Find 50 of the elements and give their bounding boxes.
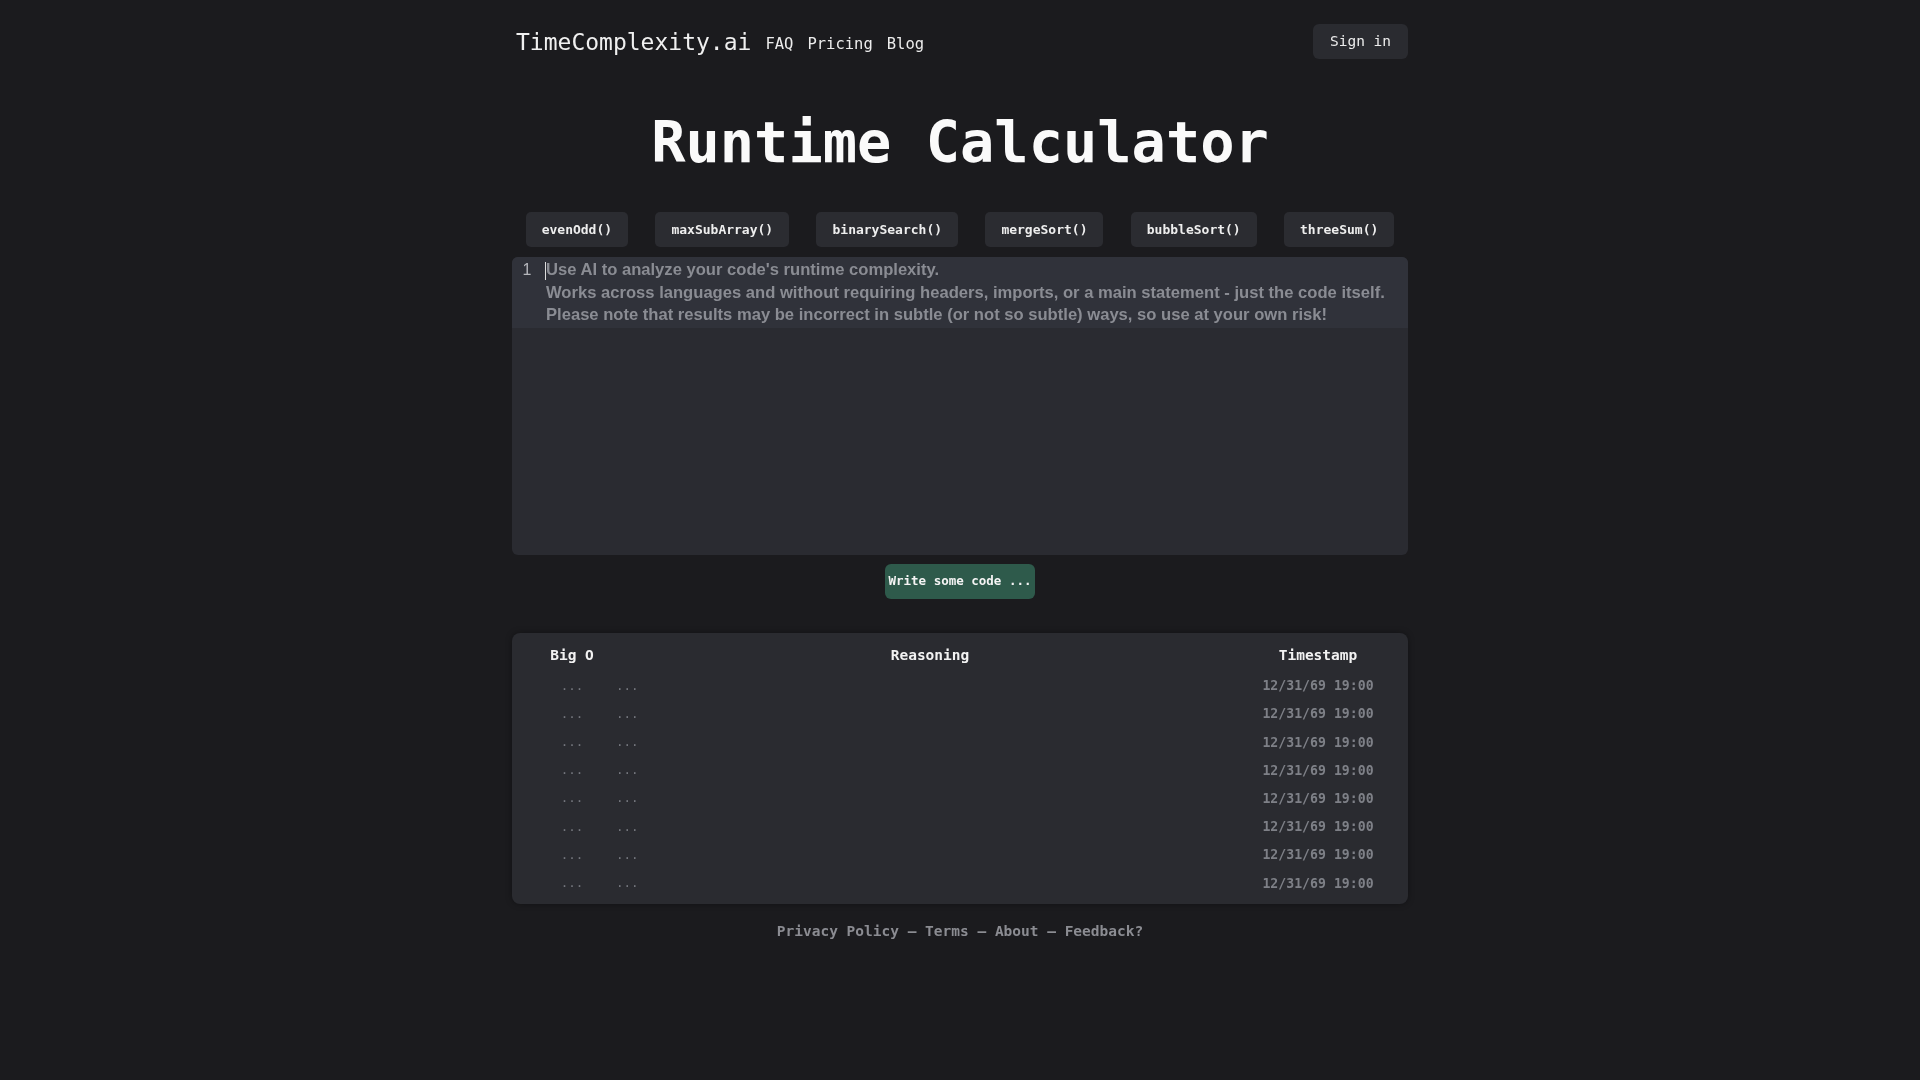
nav-link[interactable]: Pricing <box>807 24 873 59</box>
footer-separator: – <box>977 921 987 941</box>
code-editor[interactable]: Use AI to analyze your code's runtime complexity. Works across languages and without requiring headers, imports, or a main statement - just the code itself. Please note that results may be incorrect in subtle (or not so subtle) ways, so use at your own risk! <box>542 257 1408 555</box>
table-cell: ... <box>560 875 584 891</box>
line-number: 1 <box>521 260 533 280</box>
table-cell: 12/31/69 19:00 <box>1262 762 1374 778</box>
table-cell: ... <box>616 846 639 862</box>
footer-link[interactable]: Privacy Policy <box>776 919 899 942</box>
table-cell: ... <box>616 818 639 834</box>
sign-in-button[interactable]: Sign in <box>1313 24 1408 59</box>
footer-link[interactable]: Terms <box>925 919 969 942</box>
footer-link[interactable]: Feedback? <box>1064 919 1144 942</box>
table-cell: 12/31/69 19:00 <box>1262 706 1374 722</box>
table-cell: 12/31/69 19:00 <box>1262 734 1374 750</box>
table-cell: ... <box>560 705 584 721</box>
example-button[interactable]: maxSubArray() <box>655 212 790 247</box>
footer-separator: – <box>1047 921 1056 941</box>
nav-link[interactable]: Blog <box>886 24 925 59</box>
table-cell: 12/31/69 19:00 <box>1262 790 1374 806</box>
table-cell: ... <box>560 762 584 778</box>
table-cell: ... <box>560 818 584 834</box>
footer-separator: – <box>907 921 917 941</box>
brand-link[interactable]: TimeComplexity.ai <box>516 26 752 57</box>
table-cell: ... <box>560 846 584 862</box>
table-cell: ... <box>616 705 639 721</box>
table-cell: 12/31/69 19:00 <box>1262 847 1374 863</box>
nav-link[interactable]: FAQ <box>765 24 794 59</box>
table-cell: ... <box>616 677 639 693</box>
page-title: Runtime Calculator <box>650 108 1270 177</box>
table-cell: 12/31/69 19:00 <box>1262 875 1374 891</box>
table-cell: ... <box>616 790 639 806</box>
table-cell: ... <box>560 790 584 806</box>
footer-link[interactable]: About <box>994 919 1039 942</box>
text-cursor-icon <box>545 262 546 280</box>
table-cell: ... <box>616 875 639 891</box>
table-cell: ... <box>616 734 639 750</box>
table-cell: ... <box>616 762 639 778</box>
example-button[interactable]: binarySearch() <box>816 212 959 247</box>
column-header: Big O <box>549 646 595 665</box>
example-button[interactable]: threeSum() <box>1284 212 1395 247</box>
column-header: Timestamp <box>1277 646 1359 665</box>
example-button[interactable]: mergeSort() <box>985 212 1104 247</box>
example-button[interactable]: evenOdd() <box>525 212 629 247</box>
example-button[interactable]: bubbleSort() <box>1130 212 1257 247</box>
submit-button[interactable]: Write some code ... <box>885 564 1035 599</box>
table-cell: 12/31/69 19:00 <box>1262 678 1374 694</box>
column-header: Reasoning <box>889 646 971 665</box>
table-cell: 12/31/69 19:00 <box>1262 819 1374 835</box>
table-cell: ... <box>560 734 584 750</box>
table-cell: ... <box>560 677 584 693</box>
